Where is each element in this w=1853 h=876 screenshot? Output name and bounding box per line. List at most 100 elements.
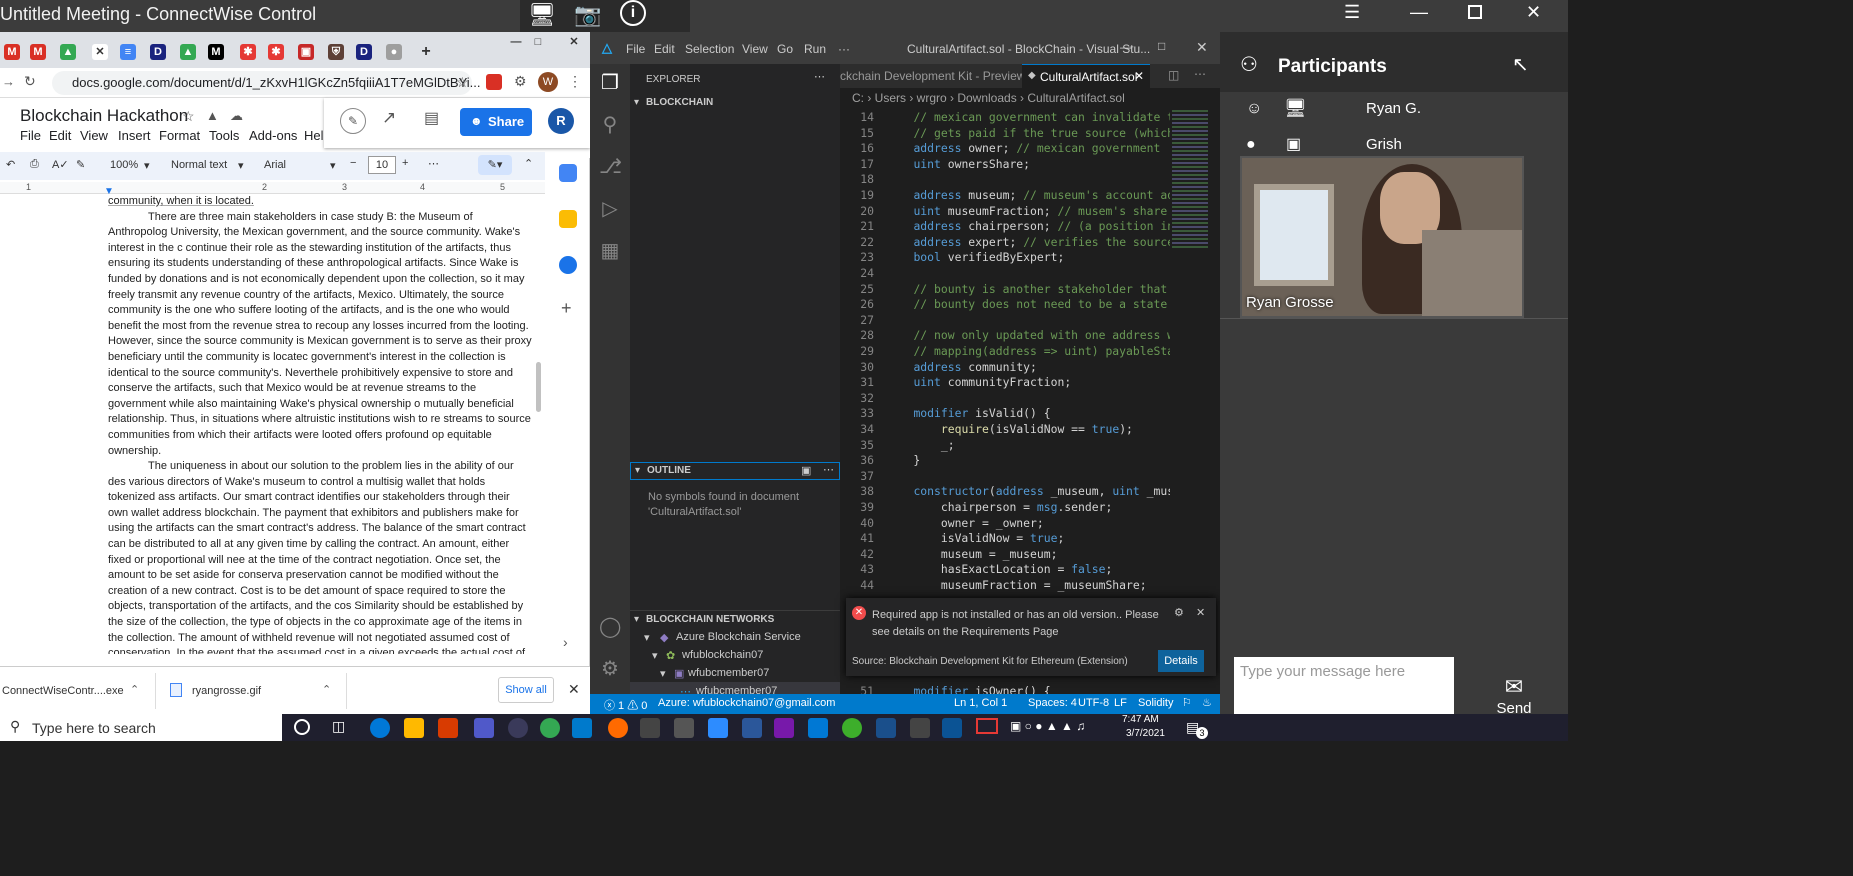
indentation[interactable]: Spaces: 4 xyxy=(1028,697,1077,709)
calendar-icon[interactable] xyxy=(559,164,577,182)
menu-format[interactable]: Format xyxy=(159,128,200,143)
list-icon[interactable]: ☰ xyxy=(1344,2,1360,23)
cortana-icon[interactable] xyxy=(294,719,310,735)
docs-tab-icon[interactable]: ≡ xyxy=(120,44,136,60)
line-endings[interactable]: LF xyxy=(1114,697,1127,709)
app-icon[interactable] xyxy=(842,718,862,738)
reload-icon[interactable]: ↻ xyxy=(24,73,36,90)
tray-icons[interactable]: ▣ ○ ● ▲ ▲ ♫ xyxy=(1010,719,1085,733)
menu-view[interactable]: View xyxy=(742,42,768,56)
meet-icon[interactable]: ✎ xyxy=(340,108,366,134)
info-icon[interactable]: i xyxy=(620,0,646,26)
networks-title[interactable]: BLOCKCHAIN NETWORKS xyxy=(646,614,774,625)
app-icon[interactable] xyxy=(942,718,962,738)
source-control-icon[interactable]: ⎇ xyxy=(599,154,622,178)
gmail-tab-icon[interactable]: M xyxy=(30,44,46,60)
minimize-icon[interactable]: — xyxy=(508,34,524,50)
search-box[interactable]: ⚲ Type here to search xyxy=(0,714,282,741)
zoom-icon[interactable] xyxy=(708,718,728,738)
menu-go[interactable]: Go xyxy=(777,42,793,56)
chevron-up-icon[interactable]: ⌃ xyxy=(524,157,533,170)
chevron-up-icon[interactable]: ⌃ xyxy=(322,683,331,696)
outline-header[interactable]: ▾ OUTLINE ▣ ⋯ xyxy=(630,462,840,480)
more-icon[interactable]: ⋯ xyxy=(823,463,834,476)
azure-account[interactable]: Azure: wfublockchain07@gmail.com xyxy=(658,697,835,709)
video-feed[interactable]: Ryan Grosse xyxy=(1240,156,1524,318)
office-icon[interactable] xyxy=(438,718,458,738)
maximize-icon[interactable]: □ xyxy=(1158,39,1165,53)
print-icon[interactable]: ⎙ xyxy=(30,158,39,171)
tasks-icon[interactable] xyxy=(559,256,577,274)
menu-file[interactable]: File xyxy=(626,42,645,56)
star-icon[interactable]: ☆ xyxy=(182,108,195,125)
close-icon[interactable]: ✕ xyxy=(1134,69,1144,83)
clock-date[interactable]: 3/7/2021 xyxy=(1126,728,1165,739)
pop-out-icon[interactable]: ↖ xyxy=(1512,52,1529,77)
move-icon[interactable]: ▲ xyxy=(206,108,219,123)
monitor-icon[interactable]: 🖥 xyxy=(528,2,556,28)
more-icon[interactable]: ⋯ xyxy=(1194,67,1206,81)
close-icon[interactable]: ✕ xyxy=(566,34,582,50)
zoom-select[interactable]: 100% xyxy=(110,159,138,171)
gmail-tab-icon[interactable]: M xyxy=(4,44,20,60)
download-item-name[interactable]: ryangrosse.gif xyxy=(192,685,261,697)
menu-edit[interactable]: Edit xyxy=(654,42,675,56)
comment-icon[interactable]: ▤ xyxy=(424,108,439,128)
bell-icon[interactable]: ♨ xyxy=(1202,696,1212,709)
bookmark-star-icon[interactable]: ☆ xyxy=(456,74,469,91)
settings-tab-icon[interactable]: ✱ xyxy=(240,44,256,60)
d-tab-icon[interactable]: D xyxy=(150,44,166,60)
medium-tab-icon[interactable]: M xyxy=(208,44,224,60)
app-icon[interactable] xyxy=(910,718,930,738)
decrease-size-icon[interactable]: − xyxy=(350,157,356,169)
download-item-name[interactable]: ConnectWiseContr....exe xyxy=(2,685,124,697)
account-icon[interactable]: ◯ xyxy=(599,614,621,638)
increase-size-icon[interactable]: + xyxy=(402,157,408,169)
tree-item[interactable]: Azure Blockchain Service xyxy=(676,631,801,643)
d-tab-icon[interactable]: D xyxy=(356,44,372,60)
settings-tab-icon[interactable]: ✱ xyxy=(268,44,284,60)
spellcheck-icon[interactable]: A✓ xyxy=(52,158,69,171)
menu-insert[interactable]: Insert xyxy=(118,128,151,143)
word-icon[interactable] xyxy=(742,718,762,738)
new-tab-icon[interactable]: + xyxy=(418,44,434,60)
menu-more[interactable]: ··· xyxy=(838,42,850,56)
drive-tab-icon[interactable]: ▲ xyxy=(180,44,196,60)
search-icon[interactable]: ⚲ xyxy=(599,112,621,136)
teams-icon[interactable] xyxy=(474,718,494,738)
window-icon[interactable] xyxy=(976,718,998,734)
participant-row[interactable]: ☺ 🖥 Ryan G. xyxy=(1220,92,1568,128)
menu-view[interactable]: View xyxy=(80,128,108,143)
close-icon[interactable]: ✕ xyxy=(1526,2,1541,23)
gear-icon[interactable]: ⚙ xyxy=(1174,606,1184,619)
undo-icon[interactable]: ↶ xyxy=(6,158,15,171)
menu-run[interactable]: Run xyxy=(804,42,826,56)
onenote-icon[interactable] xyxy=(774,718,794,738)
keep-icon[interactable] xyxy=(559,210,577,228)
user-avatar[interactable]: R xyxy=(548,108,574,134)
chevron-right-icon[interactable]: › xyxy=(563,634,568,650)
breadcrumb[interactable]: C: › Users › wrgro › Downloads › Cultura… xyxy=(840,88,1220,110)
more-icon[interactable]: ⋯ xyxy=(814,70,825,83)
extension-icon[interactable] xyxy=(486,74,502,90)
minimize-icon[interactable]: — xyxy=(1120,40,1132,54)
minimize-icon[interactable]: — xyxy=(1410,2,1428,23)
edit-mode-icon[interactable]: ✎▾ xyxy=(478,155,512,175)
more-menu-icon[interactable]: ⋮ xyxy=(568,73,582,90)
file-explorer-icon[interactable] xyxy=(404,718,424,738)
minimap[interactable] xyxy=(1170,110,1210,310)
vscode-icon[interactable] xyxy=(572,718,592,738)
menu-selection[interactable]: Selection xyxy=(685,42,734,56)
menu-edit[interactable]: Edit xyxy=(49,128,71,143)
feedback-icon[interactable]: ⚐ xyxy=(1182,696,1192,709)
forward-icon[interactable]: → xyxy=(2,74,15,89)
scrollbar-thumb[interactable] xyxy=(536,362,541,412)
files-icon[interactable]: ❐ xyxy=(599,70,621,94)
tab-active[interactable]: ◆ CulturalArtifact.sol ✕ xyxy=(1022,64,1150,88)
close-tab-icon[interactable]: ✕ xyxy=(92,44,108,60)
close-icon[interactable]: ✕ xyxy=(1196,606,1205,619)
menu-addons[interactable]: Add-ons xyxy=(249,128,297,143)
tree-item[interactable]: wfubcmember07 xyxy=(688,667,769,679)
maximize-icon[interactable]: □ xyxy=(530,34,546,50)
outlook-icon[interactable] xyxy=(808,718,828,738)
